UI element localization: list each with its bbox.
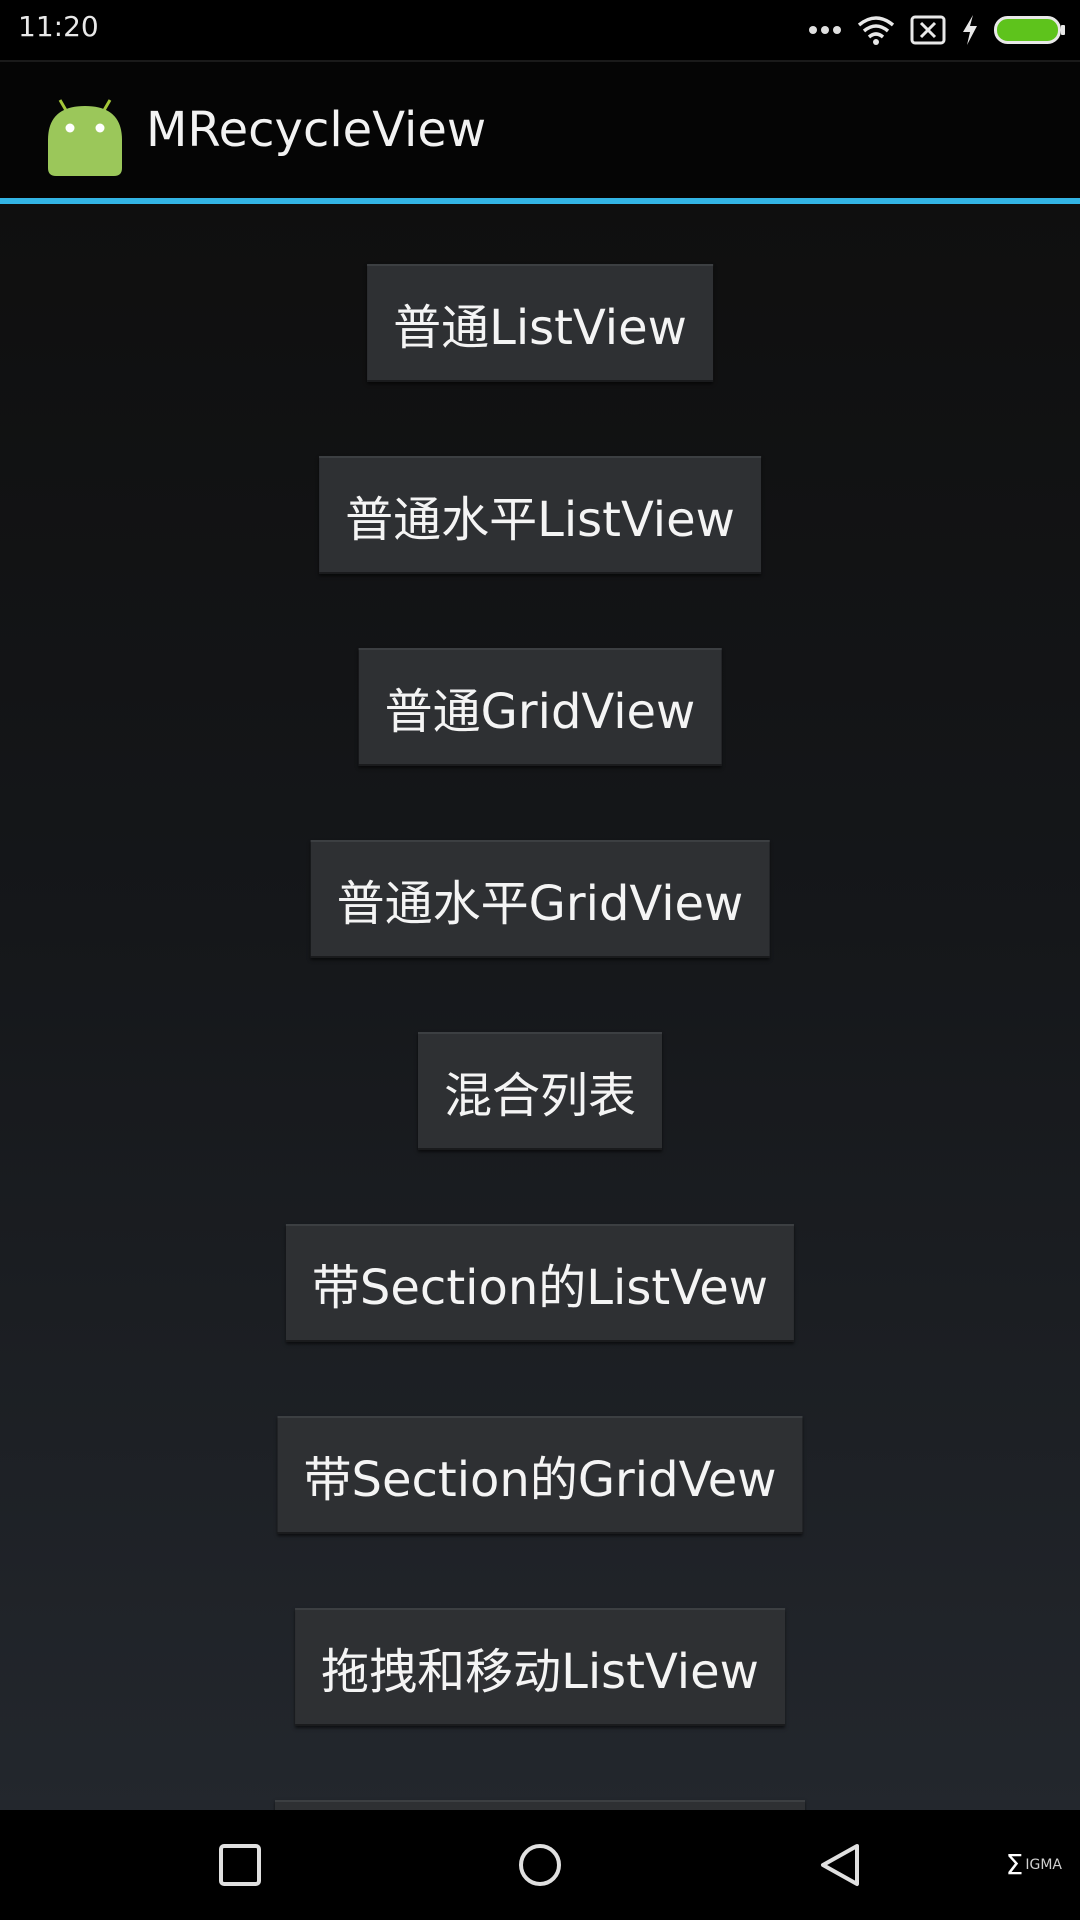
triangle-back-icon (821, 1844, 859, 1886)
partial-button[interactable] (275, 1800, 805, 1810)
more-dots-icon (808, 25, 842, 35)
sigma-logo-icon: Σ (1005, 1848, 1024, 1881)
watermark-logo: Σ IGMA (1006, 1848, 1062, 1881)
action-bar: MRecycleView (0, 62, 1080, 198)
button-list: 普通ListView 普通水平ListView 普通GridView 普通水平G… (0, 204, 1080, 1810)
circle-icon (519, 1844, 561, 1886)
listview-button[interactable]: 普通ListView (367, 264, 713, 382)
navigation-bar: Σ IGMA (0, 1810, 1080, 1920)
horizontal-listview-button[interactable]: 普通水平ListView (319, 456, 761, 574)
status-icons (808, 10, 1066, 50)
watermark-text: IGMA (1025, 1856, 1062, 1873)
section-gridview-button[interactable]: 带Section的GridVew (277, 1416, 803, 1534)
gridview-button[interactable]: 普通GridView (358, 648, 722, 766)
horizontal-gridview-button[interactable]: 普通水平GridView (310, 840, 770, 958)
square-icon (219, 1844, 261, 1886)
app-title: MRecycleView (146, 102, 487, 158)
android-robot-icon (40, 90, 130, 180)
back-button[interactable] (803, 1828, 877, 1902)
section-listview-button[interactable]: 带Section的ListVew (285, 1224, 795, 1342)
status-time: 11:20 (18, 10, 99, 43)
recents-button[interactable] (203, 1828, 277, 1902)
battery-icon (994, 14, 1066, 46)
charging-bolt-icon (960, 14, 980, 46)
mixed-list-button[interactable]: 混合列表 (417, 1032, 663, 1150)
wifi-icon (856, 14, 896, 46)
drag-move-listview-button[interactable]: 拖拽和移动ListView (295, 1608, 785, 1726)
no-sim-icon (910, 15, 946, 45)
home-button[interactable] (503, 1828, 577, 1902)
status-bar: 11:20 (0, 0, 1080, 62)
